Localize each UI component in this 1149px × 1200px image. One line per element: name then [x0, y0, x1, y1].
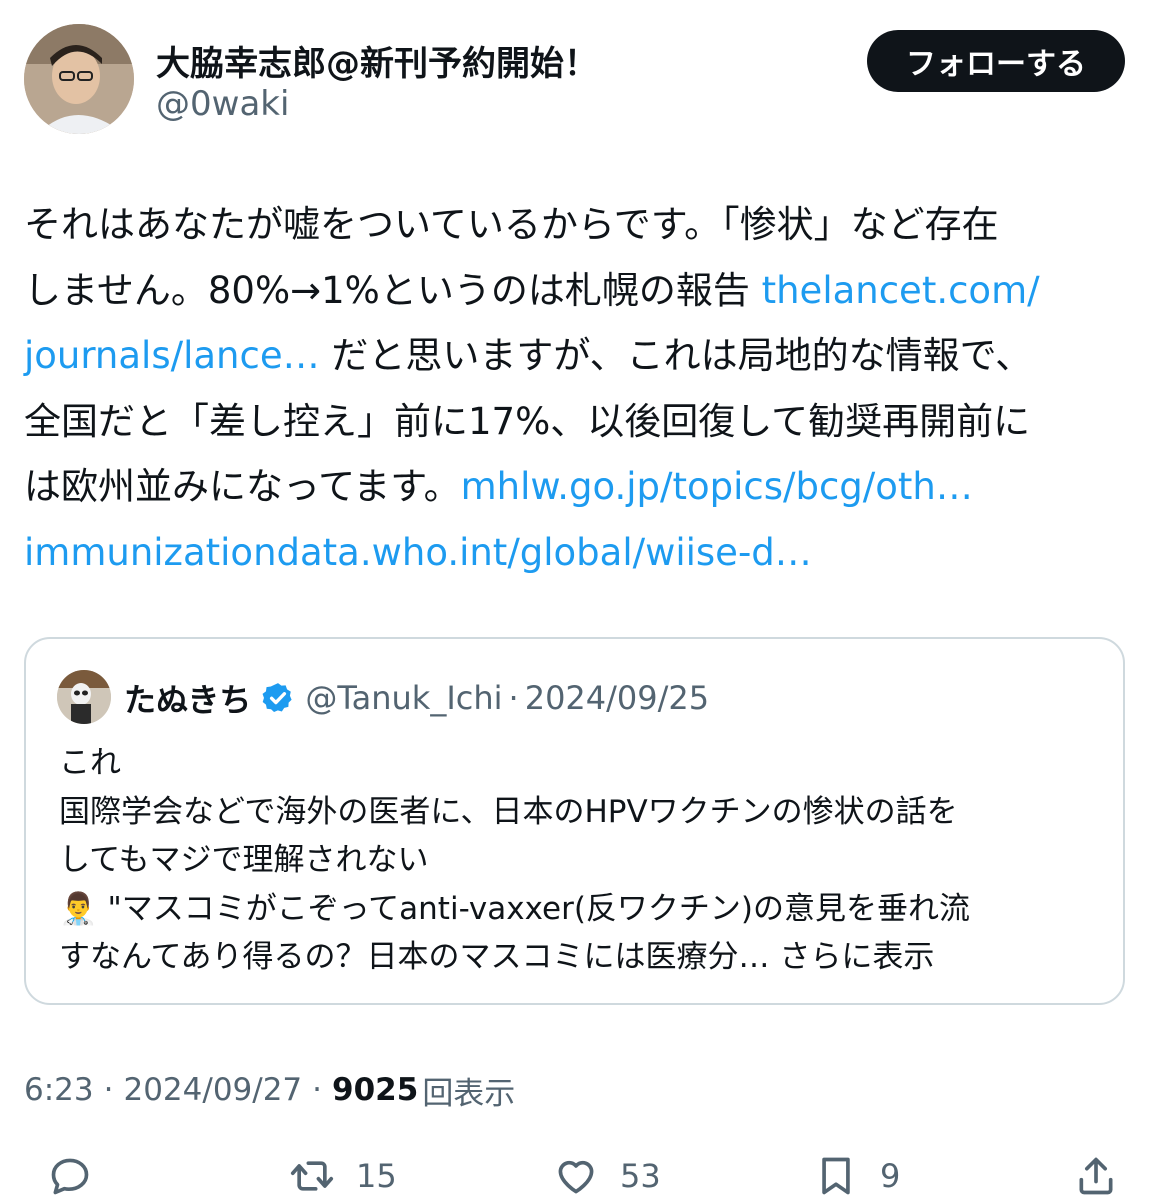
tweet-line: それはあなたが嘘をついているからです。「惨状」など存在 [24, 192, 1129, 258]
retweet-button[interactable]: 15 [290, 1146, 397, 1200]
action-bar: 15 53 9 [0, 1146, 1149, 1200]
view-count[interactable]: 9025 [332, 1072, 418, 1108]
show-more-link[interactable]: さらに表示 [779, 939, 934, 975]
meta-separator: · [312, 1072, 323, 1108]
heart-icon [558, 1160, 594, 1194]
tweet-line: journals/lance… だと思いますが、これは局地的な情報で、 [24, 323, 1129, 389]
share-button[interactable] [1074, 1146, 1118, 1200]
tweet-line: immunizationdata.who.int/global/wiise-d… [24, 520, 1129, 586]
who-link[interactable]: immunizationdata.who.int/global/wiise-d… [24, 531, 812, 574]
tweet-text-segment: 全国だと「差し控え」前に17%、以後回復して勧奨再開前に [24, 399, 1031, 443]
tweet-text-segment: は欧州並みになってます。 [24, 465, 461, 508]
follow-button[interactable]: フォローする [867, 30, 1125, 92]
tweet-date[interactable]: 2024/09/27 [123, 1072, 302, 1108]
quoted-line: してもマジで理解されない [59, 842, 429, 878]
quoted-avatar-image [57, 670, 111, 724]
retweet-count: 15 [356, 1157, 397, 1195]
tweet-time[interactable]: 6:23 [24, 1072, 94, 1108]
quoted-text: これ 国際学会などで海外の医者に、日本のHPVワクチンの惨状の話を してもマジで… [59, 739, 1109, 982]
quoted-line: 👨‍⚕️ "マスコミがこぞってanti-vaxxer(反ワクチン)の意見を垂れ流 [59, 890, 971, 927]
quoted-author-name[interactable]: たぬきち [124, 675, 251, 721]
mhlw-link[interactable]: mhlw.go.jp/topics/bcg/oth… [461, 465, 973, 508]
lancet-link-continued[interactable]: journals/lance… [24, 334, 320, 377]
like-button[interactable]: 53 [554, 1146, 661, 1200]
quoted-author-handle[interactable]: @Tanuk_Ichi [305, 679, 502, 717]
retweet-icon [290, 1161, 334, 1191]
quoted-line: すなんてあり得るの？日本のマスコミには医療分… [59, 939, 770, 975]
view-count-label: 回表示 [422, 1075, 516, 1112]
lancet-link[interactable]: thelancet.com/ [762, 269, 1040, 312]
tweet-text-segment: しません。80%→1%というのは札幌の報告 [24, 268, 762, 312]
quoted-tweet[interactable]: たぬきち @Tanuk_Ichi · 2024/09/25 これ 国際学会などで… [24, 637, 1125, 1005]
tweet-text: それはあなたが嘘をついているからです。「惨状」など存在 しません。80%→1%と… [24, 192, 1129, 585]
quoted-line-last: すなんてあり得るの？日本のマスコミには医療分… さらに表示 [59, 933, 1109, 982]
share-icon [1079, 1157, 1113, 1195]
tweet-text-segment: それはあなたが嘘をついているからです。「惨状」など存在 [24, 203, 999, 246]
quoted-header: たぬきち @Tanuk_Ichi · 2024/09/25 [124, 673, 709, 723]
author-avatar-image [24, 24, 134, 134]
author-handle[interactable]: @0waki [156, 84, 289, 124]
reply-button[interactable] [48, 1146, 92, 1200]
tweet-line: 全国だと「差し控え」前に17%、以後回復して勧奨再開前に [24, 389, 1129, 455]
bookmark-count: 9 [880, 1157, 901, 1195]
author-name[interactable]: 大脇幸志郎@新刊予約開始！ [156, 36, 598, 85]
verified-badge-icon [262, 683, 292, 713]
tweet-line: しません。80%→1%というのは札幌の報告 thelancet.com/ [24, 258, 1129, 324]
tweet-text-segment: だと思いますが、これは局地的な情報で、 [319, 334, 1033, 377]
like-count: 53 [620, 1157, 661, 1195]
bookmark-button[interactable]: 9 [814, 1146, 900, 1200]
tweet-header: 大脇幸志郎@新刊予約開始！ @0waki フォローする [24, 24, 1125, 136]
meta-separator: · [103, 1072, 114, 1108]
quoted-line: 国際学会などで海外の医者に、日本のHPVワクチンの惨状の話を [59, 793, 958, 830]
reply-icon [51, 1158, 89, 1195]
tweet-line: は欧州並みになってます。mhlw.go.jp/topics/bcg/oth… [24, 454, 1129, 520]
bookmark-icon [822, 1157, 850, 1195]
author-avatar[interactable] [24, 24, 134, 134]
quoted-separator: · [508, 679, 519, 717]
tweet-meta: 6:23 · 2024/09/27 · 9025 回表示 [24, 1066, 515, 1114]
quoted-line: これ [59, 745, 121, 781]
quoted-date[interactable]: 2024/09/25 [525, 679, 709, 717]
quoted-avatar[interactable] [57, 670, 111, 724]
